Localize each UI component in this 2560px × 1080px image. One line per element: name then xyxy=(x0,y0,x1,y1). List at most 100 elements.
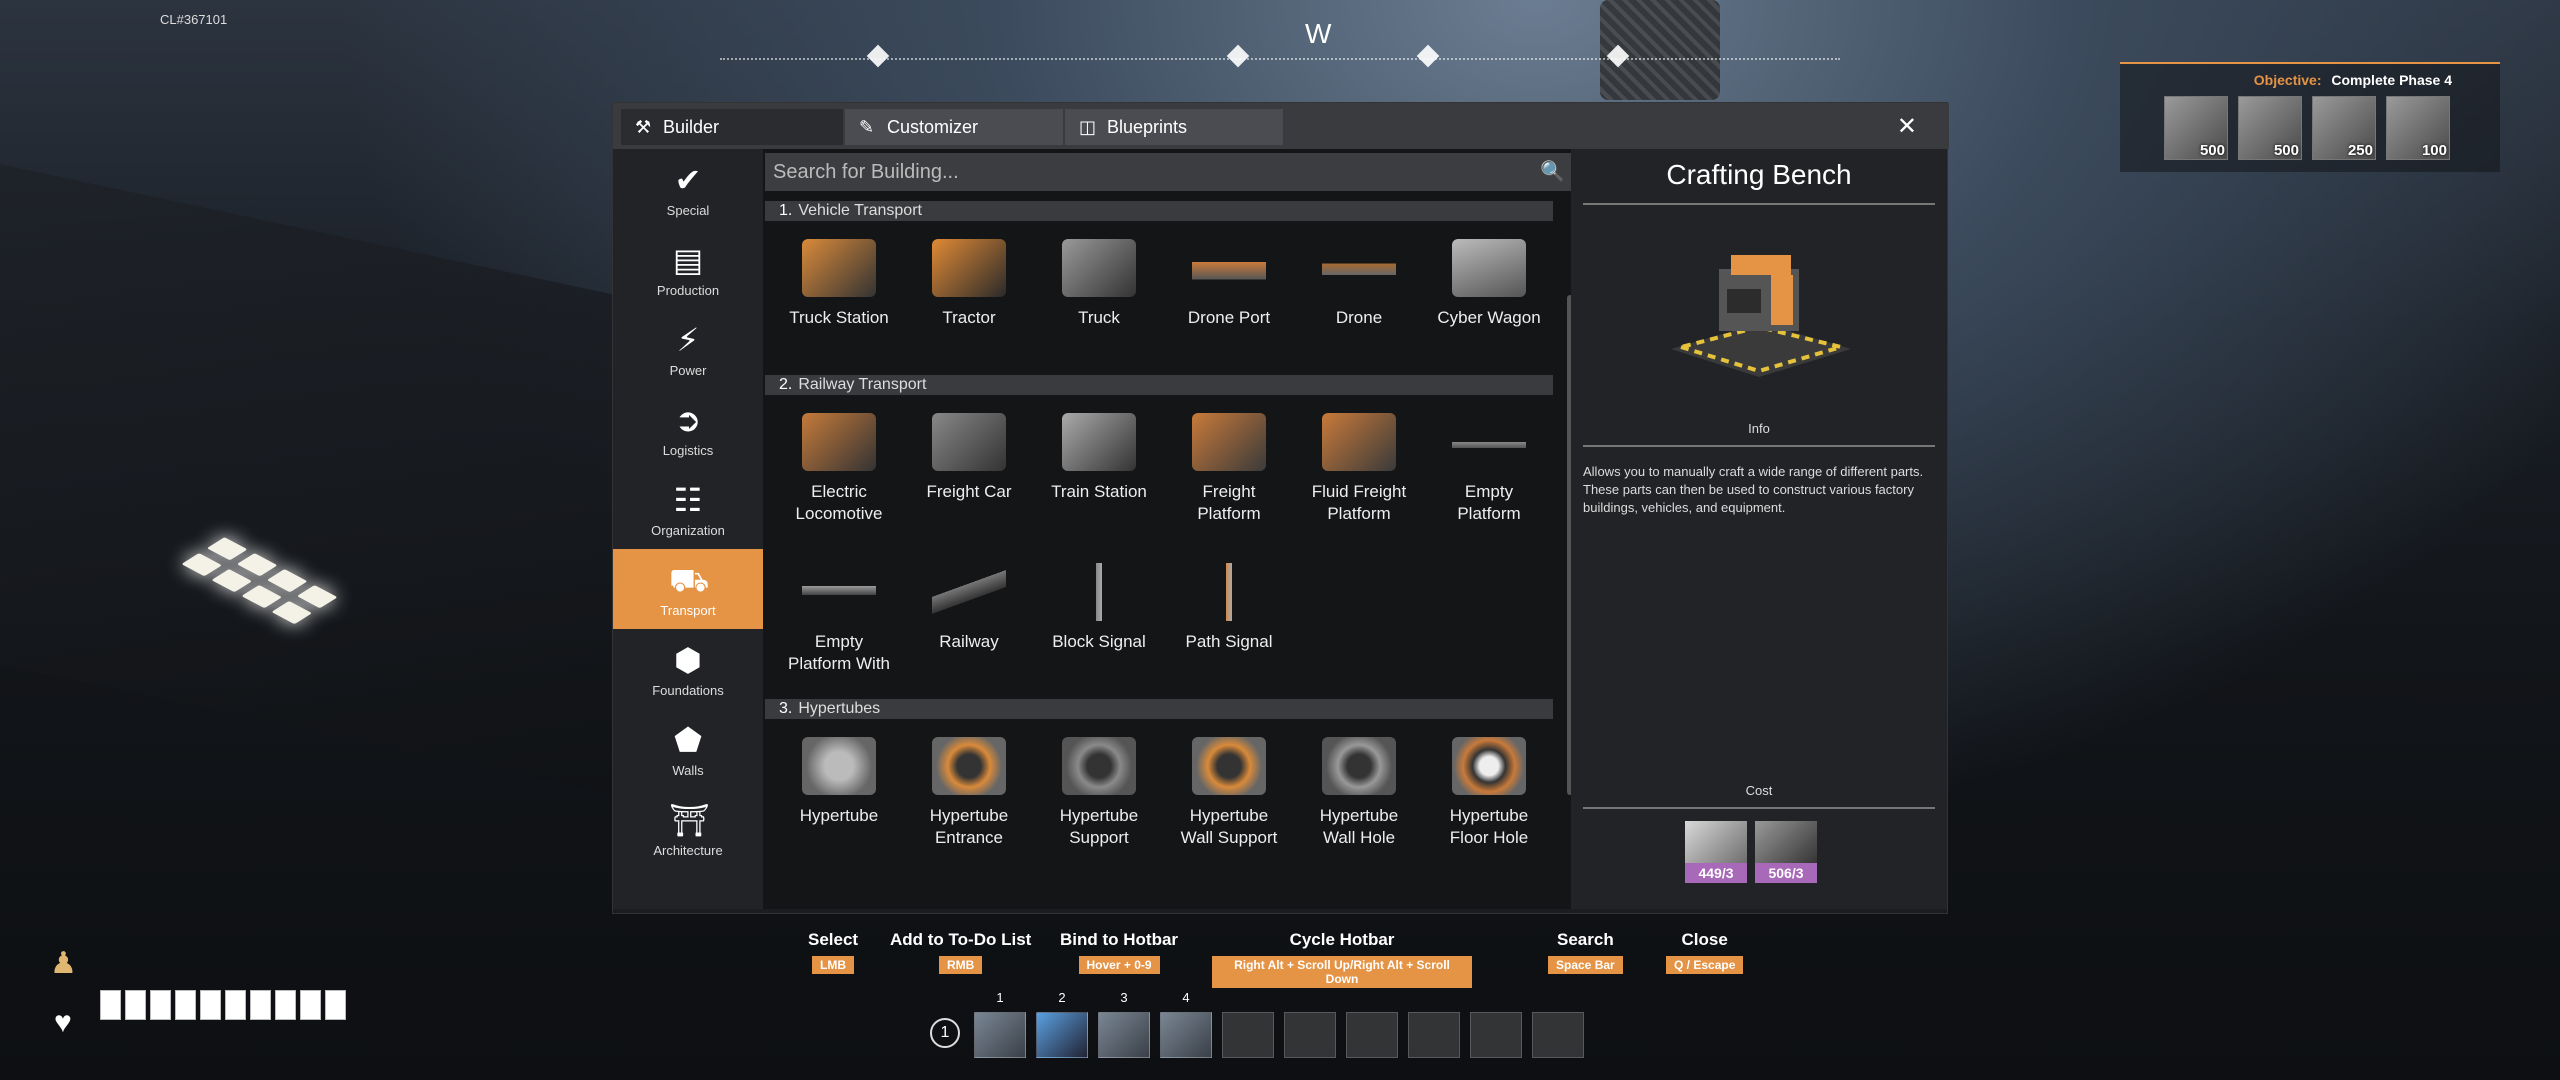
hotbar-slot[interactable] xyxy=(1160,1012,1212,1058)
building-name: Drone xyxy=(1335,308,1383,327)
objective-item-count: 250 xyxy=(2347,142,2373,159)
health-segment xyxy=(325,990,346,1020)
hint-close: Close Q / Escape xyxy=(1666,930,1744,974)
tab-customizer[interactable]: ✎ Customizer xyxy=(845,109,1063,145)
objective-item-count: 500 xyxy=(2273,142,2299,159)
building-item-train-station[interactable]: Train Station xyxy=(1035,399,1163,539)
hotbar-slot[interactable] xyxy=(1036,1012,1088,1058)
building-name: Hypertube Wall Support xyxy=(1180,806,1278,847)
category-transport[interactable]: ⛟ Transport xyxy=(613,549,763,629)
building-item-empty-platform-with[interactable]: Empty Platform With xyxy=(775,549,903,689)
building-thumbnail xyxy=(802,563,876,621)
building-item-cyber-wagon[interactable]: Cyber Wagon xyxy=(1425,225,1553,365)
building-item-truck-station[interactable]: Truck Station xyxy=(775,225,903,365)
tab-builder[interactable]: ⚒ Builder xyxy=(621,109,843,145)
cost-qty: 506/3 xyxy=(1755,863,1817,883)
hotbar-page[interactable]: 1 xyxy=(930,1018,960,1048)
build-id-label: CL#367101 xyxy=(160,12,228,27)
building-item-fluid-freight-platform[interactable]: Fluid Freight Platform xyxy=(1295,399,1423,539)
key-hints: Select LMB Add to To-Do List RMB Bind to… xyxy=(770,930,1770,988)
tab-label: Blueprints xyxy=(1107,117,1188,137)
hint-label: Cycle Hotbar xyxy=(1289,930,1395,949)
tab-blueprints[interactable]: ◫ Blueprints xyxy=(1065,109,1283,145)
hotbar-slot-number: 1 xyxy=(996,990,1004,1005)
category-power[interactable]: ⚡ Power xyxy=(613,309,763,389)
building-thumbnail xyxy=(1322,413,1396,471)
category-architecture[interactable]: ⛩ Architecture xyxy=(613,789,763,869)
building-item-block-signal[interactable]: Block Signal xyxy=(1035,549,1163,689)
search-input[interactable] xyxy=(765,153,1525,191)
building-item-tractor[interactable]: Tractor xyxy=(905,225,1033,365)
health-bar: ♥ xyxy=(54,990,374,1040)
hint-key: Space Bar xyxy=(1548,956,1623,974)
objective-item: 100 xyxy=(2386,96,2450,160)
building-name: Freight Platform xyxy=(1197,482,1261,523)
building-item-hypertube[interactable]: Hypertube xyxy=(775,723,903,863)
building-item-drone-port[interactable]: Drone Port xyxy=(1165,225,1293,365)
building-item-drone[interactable]: Drone xyxy=(1295,225,1423,365)
objective-item-count: 500 xyxy=(2199,142,2225,159)
category-production[interactable]: ▤ Production xyxy=(613,229,763,309)
category-label: Organization xyxy=(651,523,725,538)
hotbar-slot[interactable] xyxy=(1408,1012,1460,1058)
category-walls[interactable]: ⬟ Walls xyxy=(613,709,763,789)
building-item-electric-locomotive[interactable]: Electric Locomotive xyxy=(775,399,903,539)
health-segments xyxy=(100,990,346,1020)
hotbar: 1 1 2 3 4 xyxy=(920,990,1600,1060)
brush-icon: ✎ xyxy=(859,117,875,137)
building-item-hypertube-entrance[interactable]: Hypertube Entrance xyxy=(905,723,1033,863)
building-item-hypertube-wall-hole[interactable]: Hypertube Wall Hole xyxy=(1295,723,1423,863)
building-name: Hypertube xyxy=(799,806,879,825)
building-name: Truck Station xyxy=(789,308,889,327)
building-item-freight-car[interactable]: Freight Car xyxy=(905,399,1033,539)
hotbar-slot[interactable] xyxy=(1470,1012,1522,1058)
hint-select: Select LMB xyxy=(808,930,858,974)
tab-label: Builder xyxy=(663,117,720,137)
compass-heading: W xyxy=(1305,18,1332,49)
cost-items: 449/3 506/3 xyxy=(1685,821,1817,883)
hotbar-slot[interactable] xyxy=(1098,1012,1150,1058)
hotbar-slot-number: 2 xyxy=(1058,990,1066,1005)
category-logistics[interactable]: ➲ Logistics xyxy=(613,389,763,469)
building-name: Truck xyxy=(1078,308,1120,327)
building-item-freight-platform[interactable]: Freight Platform xyxy=(1165,399,1293,539)
search-bar: 🔍 xyxy=(765,153,1571,191)
building-item-path-signal[interactable]: Path Signal xyxy=(1165,549,1293,689)
compass-marker xyxy=(1416,44,1440,68)
hotbar-slot[interactable] xyxy=(1346,1012,1398,1058)
building-item-hypertube-floor-hole[interactable]: Hypertube Floor Hole xyxy=(1425,723,1553,863)
heart-icon: ♥ xyxy=(54,1006,72,1039)
category-label: Architecture xyxy=(653,843,723,858)
category-foundations[interactable]: ⬢ Foundations xyxy=(613,629,763,709)
objective-text: Complete Phase 4 xyxy=(2331,72,2452,88)
objective-panel: Objective: Complete Phase 4 500 500 250 … xyxy=(2120,62,2500,172)
hotbar-slot[interactable] xyxy=(1284,1012,1336,1058)
hotbar-slot[interactable] xyxy=(1222,1012,1274,1058)
building-thumbnail xyxy=(932,413,1006,471)
hotbar-slot[interactable] xyxy=(974,1012,1026,1058)
hotbar-slot[interactable] xyxy=(1532,1012,1584,1058)
section-header-vehicle-transport: 1. Vehicle Transport xyxy=(765,201,1553,221)
hint-label: Select xyxy=(808,930,859,949)
building-name: Drone Port xyxy=(1187,308,1271,327)
building-name: Path Signal xyxy=(1185,632,1273,651)
building-item-empty-platform[interactable]: Empty Platform xyxy=(1425,399,1553,539)
close-button[interactable]: ✕ xyxy=(1897,109,1917,145)
divider xyxy=(1583,445,1935,447)
section-number: 1. xyxy=(779,202,793,219)
building-item-truck[interactable]: Truck xyxy=(1035,225,1163,365)
health-segment xyxy=(175,990,196,1020)
building-thumbnail xyxy=(1322,239,1396,297)
category-special[interactable]: ✔ Special xyxy=(613,149,763,229)
compass-marker xyxy=(1226,44,1250,68)
building-item-railway[interactable]: Railway xyxy=(905,549,1033,689)
building-name: Hypertube Floor Hole xyxy=(1449,806,1529,847)
section-title: Hypertubes xyxy=(798,700,881,717)
building-name: Hypertube Support xyxy=(1059,806,1139,847)
building-item-hypertube-support[interactable]: Hypertube Support xyxy=(1035,723,1163,863)
hotbar-slot-number: 3 xyxy=(1120,990,1128,1005)
category-organization[interactable]: ☷ Organization xyxy=(613,469,763,549)
building-thumbnail xyxy=(1192,737,1266,795)
building-thumbnail xyxy=(1062,413,1136,471)
building-item-hypertube-wall-support[interactable]: Hypertube Wall Support xyxy=(1165,723,1293,863)
